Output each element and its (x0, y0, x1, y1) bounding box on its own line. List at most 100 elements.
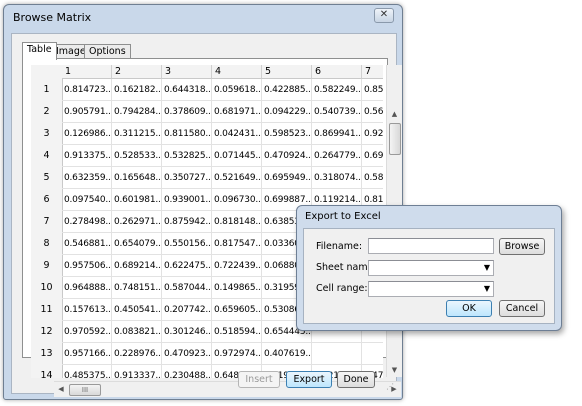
dropdown-arrow-icon[interactable]: ▼ (484, 282, 490, 296)
table-cell[interactable]: 0.582790 (362, 167, 383, 189)
table-cell[interactable]: 0.681971... (212, 101, 262, 123)
table-cell[interactable]: 0.587044... (162, 277, 212, 299)
table-cell[interactable]: 0.598523... (262, 123, 312, 145)
filename-input[interactable] (368, 238, 494, 254)
column-header[interactable]: 3 (162, 65, 212, 79)
row-header[interactable]: 8 (31, 233, 63, 256)
table-cell[interactable]: 0.301246... (162, 321, 212, 343)
table-cell[interactable]: 0.601981... (112, 189, 162, 211)
table-cell[interactable]: 0.518594... (212, 321, 262, 343)
browse-button[interactable]: Browse (499, 238, 545, 255)
row-header[interactable]: 12 (31, 321, 63, 344)
table-cell[interactable]: 0.794284... (112, 101, 162, 123)
row-header[interactable]: 7 (31, 211, 63, 234)
table-cell[interactable]: 0.560595 (362, 101, 383, 123)
table-cell[interactable]: 0.814723... (62, 79, 112, 101)
table-cell[interactable]: 0.230488... (162, 365, 212, 378)
table-cell[interactable]: 0.071445... (212, 145, 262, 167)
table-cell[interactable]: 0.165648... (112, 167, 162, 189)
table-cell[interactable]: 0.722439... (212, 255, 262, 277)
table-cell[interactable]: 0.970592... (62, 321, 112, 343)
tab-options[interactable]: Options (84, 44, 131, 59)
table-cell[interactable] (312, 343, 362, 365)
table-cell[interactable]: 0.228976... (112, 343, 162, 365)
table-cell[interactable]: 0.207742... (162, 299, 212, 321)
export-button[interactable]: Export (286, 371, 332, 388)
column-header[interactable]: 1 (62, 65, 112, 79)
table-cell[interactable] (362, 343, 383, 365)
table-cell[interactable]: 0.939001... (162, 189, 212, 211)
table-cell[interactable]: 0.582249... (312, 79, 362, 101)
table-cell[interactable]: 0.126986... (62, 123, 112, 145)
sheet-name-combo[interactable]: ▼ (368, 260, 494, 276)
table-cell[interactable]: 0.913337... (112, 365, 162, 378)
table-cell[interactable]: 0.094229... (262, 101, 312, 123)
table-cell[interactable]: 0.811580... (162, 123, 212, 145)
scroll-up-icon[interactable]: ▲ (387, 107, 402, 121)
table-cell[interactable]: 0.689214... (112, 255, 162, 277)
table-cell[interactable]: 0.532825... (162, 145, 212, 167)
table-cell[interactable]: 0.485375... (62, 365, 112, 378)
table-cell[interactable]: 0.422885... (262, 79, 312, 101)
horizontal-scroll-thumb[interactable]: III (69, 384, 101, 396)
table-cell[interactable]: 0.875942... (162, 211, 212, 233)
vertical-scroll-thumb[interactable] (389, 123, 401, 155)
column-header[interactable]: 7 (362, 65, 383, 79)
table-cell[interactable]: 0.350727... (162, 167, 212, 189)
table-cell[interactable]: 0.470924... (262, 145, 312, 167)
table-cell[interactable]: 0.264779... (312, 145, 362, 167)
table-cell[interactable]: 0.157613... (62, 299, 112, 321)
table-cell[interactable]: 0.262971... (112, 211, 162, 233)
table-cell[interactable]: 0.957166... (62, 343, 112, 365)
table-cell[interactable]: 0.378609... (162, 101, 212, 123)
table-cell[interactable]: 0.913375... (62, 145, 112, 167)
scroll-down-icon[interactable]: ▼ (387, 363, 402, 377)
done-button[interactable]: Done (337, 371, 375, 388)
row-header[interactable]: 13 (31, 343, 63, 366)
column-header[interactable]: 5 (262, 65, 312, 79)
table-cell[interactable]: 0.042431... (212, 123, 262, 145)
table-cell[interactable]: 0.695949... (262, 167, 312, 189)
close-button[interactable]: ✕ (374, 8, 394, 23)
table-cell[interactable]: 0.318074... (312, 167, 362, 189)
cell-range-combo[interactable]: ▼ (368, 281, 494, 297)
row-header[interactable]: 4 (31, 145, 63, 168)
row-header[interactable]: 14 (31, 365, 63, 378)
table-cell[interactable]: 0.083821... (112, 321, 162, 343)
table-cell[interactable]: 0.149865... (212, 277, 262, 299)
table-cell[interactable]: 0.696667 (362, 145, 383, 167)
tab-table[interactable]: Table (22, 42, 57, 60)
column-header[interactable]: 6 (312, 65, 362, 79)
insert-button[interactable]: Insert (238, 371, 280, 388)
table-cell[interactable]: 0.748151... (112, 277, 162, 299)
title-bar[interactable]: Browse Matrix ✕ (4, 5, 402, 31)
table-cell[interactable]: 0.654079... (112, 233, 162, 255)
table-cell[interactable]: 0.632359... (62, 167, 112, 189)
table-cell[interactable]: 0.521649... (212, 167, 262, 189)
table-cell[interactable]: 0.957506... (62, 255, 112, 277)
table-cell[interactable]: 0.528533... (112, 145, 162, 167)
table-cell[interactable]: 0.097540... (62, 189, 112, 211)
row-header[interactable]: 9 (31, 255, 63, 278)
table-cell[interactable]: 0.407619... (262, 343, 312, 365)
table-cell[interactable]: 0.546881... (62, 233, 112, 255)
table-cell[interactable]: 0.818148... (212, 211, 262, 233)
scroll-left-icon[interactable]: ◀ (54, 382, 68, 397)
ok-button[interactable]: OK (446, 300, 492, 317)
dropdown-arrow-icon[interactable]: ▼ (484, 261, 490, 275)
table-cell[interactable]: 0.550156... (162, 233, 212, 255)
table-cell[interactable]: 0.850712 (362, 79, 383, 101)
row-header[interactable]: 2 (31, 101, 63, 124)
table-cell[interactable]: 0.869941... (312, 123, 362, 145)
table-cell[interactable]: 0.905791... (62, 101, 112, 123)
column-header[interactable]: 2 (112, 65, 162, 79)
row-header[interactable]: 10 (31, 277, 63, 300)
table-cell[interactable]: 0.540739... (312, 101, 362, 123)
table-cell[interactable]: 0.817547... (212, 233, 262, 255)
table-cell[interactable]: 0.644318... (162, 79, 212, 101)
row-header[interactable]: 1 (31, 79, 63, 102)
resize-grip-icon[interactable]: ⋰ (386, 382, 394, 391)
column-header[interactable]: 4 (212, 65, 262, 79)
table-cell[interactable]: 0.470923... (162, 343, 212, 365)
table-cell[interactable]: 0.278498... (62, 211, 112, 233)
